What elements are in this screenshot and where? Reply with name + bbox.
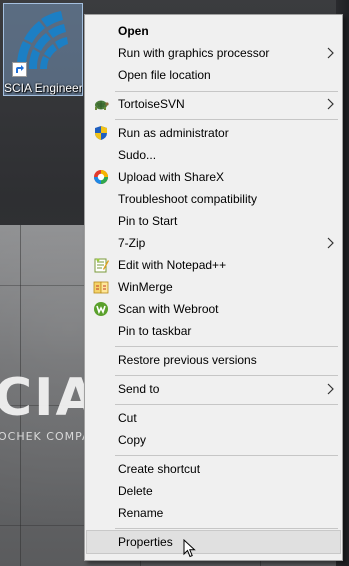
menu-item-label: 7-Zip — [118, 236, 146, 250]
menu-item-edit-with-notepadpp[interactable]: Edit with Notepad++ — [87, 254, 340, 276]
menu-item-winmerge[interactable]: WinMerge — [87, 276, 340, 298]
menu-item-label: Delete — [118, 484, 153, 498]
chevron-right-icon — [327, 383, 334, 395]
winmerge-icon — [93, 281, 109, 294]
chevron-right-icon — [327, 98, 334, 110]
menu-item-label: Cut — [118, 411, 137, 425]
menu-item-label: Troubleshoot compatibility — [118, 192, 257, 206]
menu-item-send-to[interactable]: Send to — [87, 378, 340, 400]
menu-item-tortoisesvn[interactable]: TortoiseSVN — [87, 93, 340, 115]
menu-separator — [115, 346, 338, 347]
sharex-icon — [94, 170, 108, 184]
menu-item-label: Copy — [118, 433, 147, 447]
menu-item-upload-with-sharex[interactable]: Upload with ShareX — [87, 166, 340, 188]
menu-item-cut[interactable]: Cut — [87, 407, 340, 429]
menu-item-troubleshoot-compatibility[interactable]: Troubleshoot compatibility — [87, 188, 340, 210]
menu-separator — [115, 404, 338, 405]
menu-item-label: Restore previous versions — [118, 353, 257, 367]
menu-item-label: WinMerge — [118, 280, 173, 294]
background-brand-text: CIA — [0, 368, 98, 428]
menu-item-label: Sudo... — [118, 148, 157, 162]
background-brand-subtext: OCHEK COMPA — [0, 430, 91, 443]
menu-item-pin-to-start[interactable]: Pin to Start — [87, 210, 340, 232]
menu-item-label: Edit with Notepad++ — [118, 258, 227, 272]
menu-item-label: Scan with Webroot — [118, 302, 219, 316]
desktop-icon-scia-engineer[interactable]: SCIA Engineer — [3, 3, 83, 96]
menu-item-create-shortcut[interactable]: Create shortcut — [87, 458, 340, 480]
menu-item-rename[interactable]: Rename — [87, 502, 340, 524]
menu-item-label: Properties — [118, 535, 173, 549]
menu-item-label: Pin to Start — [118, 214, 178, 228]
menu-separator — [115, 455, 338, 456]
menu-separator — [115, 375, 338, 376]
menu-item-copy[interactable]: Copy — [87, 429, 340, 451]
webroot-icon — [94, 302, 108, 316]
menu-item-open-file-location[interactable]: Open file location — [87, 64, 340, 86]
menu-item-restore-previous-versions[interactable]: Restore previous versions — [87, 349, 340, 371]
menu-item-open[interactable]: Open — [87, 20, 340, 42]
menu-item-label: Rename — [118, 506, 164, 520]
menu-item-7-zip[interactable]: 7-Zip — [87, 232, 340, 254]
desktop-icon-label: SCIA Engineer — [4, 81, 82, 95]
menu-separator — [115, 91, 338, 92]
menu-item-pin-to-taskbar[interactable]: Pin to taskbar — [87, 320, 340, 342]
context-menu: Open Run with graphics processor Open fi… — [84, 14, 343, 561]
menu-item-label: Create shortcut — [118, 462, 201, 476]
menu-item-delete[interactable]: Delete — [87, 480, 340, 502]
chevron-right-icon — [327, 47, 334, 59]
tortoisesvn-icon — [95, 100, 109, 110]
menu-item-label: Open file location — [118, 68, 211, 82]
menu-item-label: Pin to taskbar — [118, 324, 192, 338]
menu-item-label: TortoiseSVN — [118, 97, 185, 111]
menu-item-label: Open — [118, 24, 149, 38]
menu-item-label: Run as administrator — [118, 126, 229, 140]
menu-item-run-with-graphics-processor[interactable]: Run with graphics processor — [87, 42, 340, 64]
chevron-right-icon — [327, 237, 334, 249]
menu-item-run-as-administrator[interactable]: Run as administrator — [87, 122, 340, 144]
notepadpp-icon — [94, 258, 109, 273]
shortcut-arrow-icon — [12, 62, 27, 77]
menu-separator — [115, 119, 338, 120]
menu-item-properties[interactable]: Properties — [86, 530, 341, 554]
uac-shield-icon — [95, 126, 107, 140]
menu-item-scan-with-webroot[interactable]: Scan with Webroot — [87, 298, 340, 320]
mouse-cursor-icon — [183, 539, 196, 558]
menu-item-label: Upload with ShareX — [118, 170, 225, 184]
menu-item-label: Run with graphics processor — [118, 46, 270, 60]
menu-item-sudo[interactable]: Sudo... — [87, 144, 340, 166]
menu-item-label: Send to — [118, 382, 160, 396]
menu-separator — [115, 528, 338, 529]
